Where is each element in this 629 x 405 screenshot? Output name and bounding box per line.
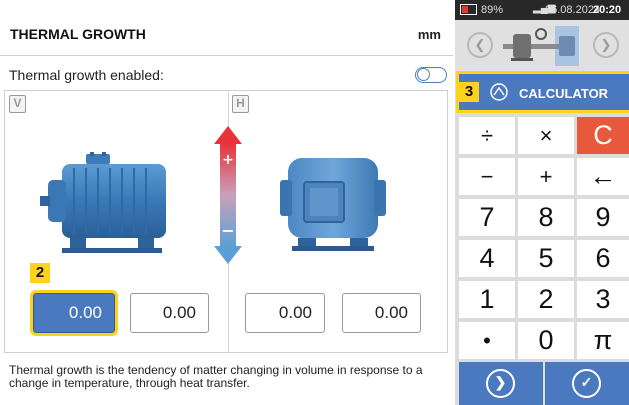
key-7[interactable]: 7 bbox=[459, 199, 515, 236]
minus-key[interactable]: − bbox=[459, 158, 515, 195]
horizontal-view-label: H bbox=[232, 95, 249, 113]
backspace-key[interactable]: ← bbox=[577, 158, 629, 195]
thermal-growth-description: Thermal growth is the tendency of matter… bbox=[9, 363, 423, 390]
calculator-header[interactable]: 3 CALCULATOR bbox=[456, 71, 629, 113]
vertical-view-label: V bbox=[9, 95, 26, 113]
key-3[interactable]: 3 bbox=[577, 281, 629, 318]
machine-train-icon[interactable] bbox=[503, 24, 579, 68]
svg-text:−: − bbox=[221, 221, 234, 240]
panel-header: THERMAL GROWTH mm bbox=[0, 0, 453, 56]
divide-key[interactable]: ÷ bbox=[459, 117, 515, 154]
previous-icon[interactable]: ❮ bbox=[467, 32, 493, 58]
vertical-value-1-field[interactable]: 0.00 bbox=[30, 290, 118, 336]
pi-key[interactable]: π bbox=[577, 322, 629, 359]
calculator-panel: 89% ▂▄▆ 06.08.2024 20:20 ❮ ❯ 3 CALCULATO… bbox=[455, 0, 629, 405]
key-5[interactable]: 5 bbox=[518, 240, 574, 277]
check-icon: ✓ bbox=[572, 369, 601, 398]
thermal-growth-arrow-icon: + − bbox=[214, 126, 242, 264]
key-6[interactable]: 6 bbox=[577, 240, 629, 277]
horizontal-value-2-field[interactable]: 0.00 bbox=[342, 293, 421, 333]
status-bar: 89% ▂▄▆ 06.08.2024 20:20 bbox=[455, 0, 629, 20]
svg-text:+: + bbox=[222, 152, 234, 168]
horizontal-value-1-field[interactable]: 0.00 bbox=[245, 293, 325, 333]
battery-level: 89% bbox=[481, 4, 504, 16]
key-9[interactable]: 9 bbox=[577, 199, 629, 236]
key-4[interactable]: 4 bbox=[459, 240, 515, 277]
calculator-icon bbox=[490, 83, 508, 101]
motor-front-view-icon bbox=[280, 158, 386, 251]
key-0[interactable]: 0 bbox=[518, 322, 574, 359]
clear-key[interactable]: C bbox=[577, 117, 629, 154]
motor-side-view-icon bbox=[40, 152, 166, 253]
multiply-key[interactable]: × bbox=[518, 117, 574, 154]
thermal-growth-panel: THERMAL GROWTH mm Thermal growth enabled… bbox=[0, 0, 453, 405]
confirm-button[interactable]: ✓ bbox=[545, 362, 629, 405]
key-8[interactable]: 8 bbox=[518, 199, 574, 236]
key-2[interactable]: 2 bbox=[518, 281, 574, 318]
next-button[interactable]: ❯ bbox=[459, 362, 543, 405]
values-step-badge: 2 bbox=[30, 263, 50, 283]
calculator-step-badge: 3 bbox=[459, 82, 479, 102]
page-title: THERMAL GROWTH bbox=[10, 26, 146, 42]
status-time: 20:20 bbox=[593, 4, 622, 16]
thermal-growth-enabled-label: Thermal growth enabled: bbox=[9, 67, 164, 83]
status-date: 06.08.2024 bbox=[545, 4, 601, 16]
toggle-knob bbox=[417, 68, 430, 81]
next-arrow-icon: ❯ bbox=[486, 369, 515, 398]
key-1[interactable]: 1 bbox=[459, 281, 515, 318]
thermal-growth-toggle[interactable] bbox=[415, 67, 447, 83]
unit-label[interactable]: mm bbox=[418, 27, 441, 42]
battery-icon bbox=[460, 4, 477, 15]
decimal-point-key[interactable]: • bbox=[459, 322, 515, 359]
vertical-value-2-field[interactable]: 0.00 bbox=[130, 293, 209, 333]
plus-key[interactable]: + bbox=[518, 158, 574, 195]
calculator-title: CALCULATOR bbox=[519, 86, 609, 101]
next-icon[interactable]: ❯ bbox=[593, 32, 619, 58]
machine-nav-bar: ❮ ❯ bbox=[455, 20, 629, 72]
